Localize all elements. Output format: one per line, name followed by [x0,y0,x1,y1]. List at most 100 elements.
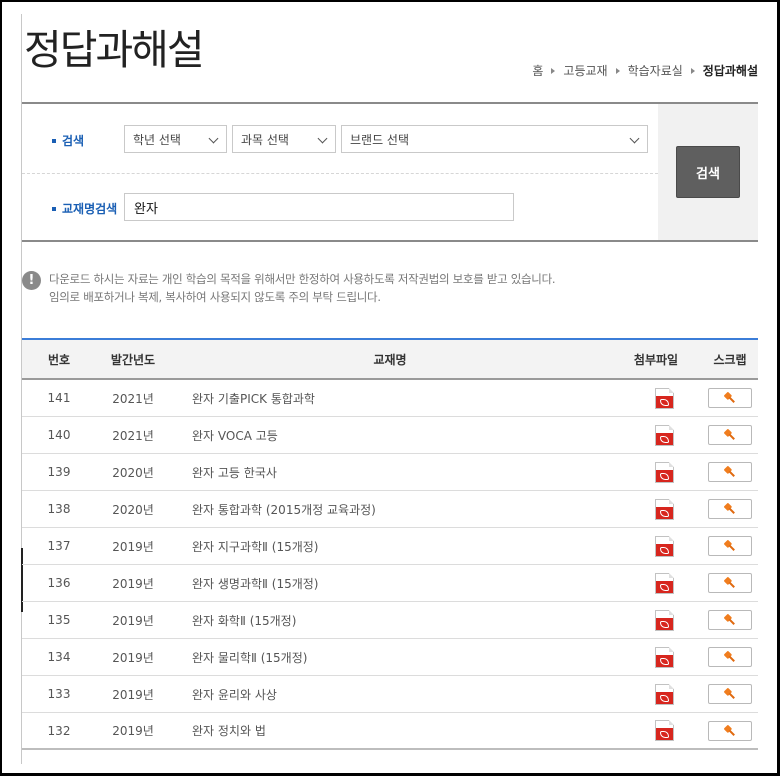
row-file-cell [626,461,702,483]
pin-icon [722,427,739,444]
table-row: 134 2019년 완자 물리학Ⅱ (15개정) [22,639,758,676]
row-book-name[interactable]: 완자 생명과학Ⅱ (15개정) [170,575,626,592]
pin-icon [722,649,739,666]
row-no: 135 [47,613,71,627]
pin-icon [722,575,739,592]
table-row: 132 2019년 완자 정치와 법 [22,713,758,750]
pdf-icon[interactable] [654,535,674,557]
notice-line-2: 임의로 배포하거나 복제, 복사하여 사용되지 않도록 주의 부탁 드립니다. [49,290,381,304]
book-name-input[interactable]: 완자 [124,193,514,221]
pdf-icon[interactable] [654,720,674,741]
row-book-name[interactable]: 완자 윤리와 사상 [170,686,626,703]
pdf-icon[interactable] [654,498,674,520]
scrap-button[interactable] [708,647,752,667]
chevron-down-icon [317,133,328,144]
row-file-cell [626,498,702,520]
breadcrumb-high-school-books[interactable]: 고등교재 [563,62,607,79]
row-book-name[interactable]: 완자 화학Ⅱ (15개정) [170,612,626,629]
row-scrap-cell [702,462,758,482]
row-no: 137 [47,539,71,553]
copyright-notice: ! 다운로드 하시는 자료는 개인 학습의 목적을 위해서만 한정하여 사용하도… [22,270,722,306]
scrap-button[interactable] [708,684,752,704]
pin-icon [722,390,739,407]
table-row: 139 2020년 완자 고등 한국사 [22,454,758,491]
row-scrap-cell [702,573,758,593]
row-year: 2019년 [112,613,154,628]
scrap-button[interactable] [708,388,752,408]
row-book-name[interactable]: 완자 통합과학 (2015개정 교육과정) [170,501,626,518]
row-no: 136 [47,576,71,590]
breadcrumb-learning-materials[interactable]: 학습자료실 [628,62,683,79]
row-book-name[interactable]: 완자 VOCA 고등 [170,427,626,444]
pdf-icon[interactable] [654,683,674,705]
row-book-name[interactable]: 완자 고등 한국사 [170,464,626,481]
book-name-label-text: 교재명검색 [62,202,118,216]
grade-select[interactable]: 학년 선택 [124,125,227,153]
row-year: 2021년 [112,428,154,443]
row-no: 138 [47,502,71,516]
row-book-name[interactable]: 완자 물리학Ⅱ (15개정) [170,649,626,666]
search-divider [22,173,658,174]
row-year: 2019년 [112,576,154,591]
search-label: 검색 [52,132,84,149]
table-row: 135 2019년 완자 화학Ⅱ (15개정) [22,602,758,639]
row-file-cell [626,720,702,741]
search-button[interactable]: 검색 [676,146,740,198]
row-scrap-cell [702,388,758,408]
scrap-button[interactable] [708,462,752,482]
scrap-button[interactable] [708,720,752,741]
notice-text: 다운로드 하시는 자료는 개인 학습의 목적을 위해서만 한정하여 사용하도록 … [49,270,556,306]
table-row: 136 2019년 완자 생명과학Ⅱ (15개정) [22,565,758,602]
header-file: 첨부파일 [633,352,679,367]
grade-select-value: 학년 선택 [133,132,181,147]
search-panel: 검색 학년 선택 과목 선택 브랜드 선택 교재명검색 완자 검색 [22,102,758,242]
row-no: 133 [47,687,71,701]
pin-icon [722,538,739,555]
scrap-button[interactable] [708,536,752,556]
pdf-icon[interactable] [654,424,674,446]
row-book-name[interactable]: 완자 지구과학Ⅱ (15개정) [170,538,626,555]
table-row: 137 2019년 완자 지구과학Ⅱ (15개정) [22,528,758,565]
info-icon: ! [22,271,41,290]
row-scrap-cell [702,536,758,556]
row-file-cell [626,609,702,631]
header-scrap: 스크랩 [713,352,747,367]
row-no: 132 [47,723,71,738]
row-no: 134 [47,650,71,664]
scrap-button[interactable] [708,573,752,593]
book-name-label: 교재명검색 [52,200,117,217]
row-no: 141 [47,391,71,405]
breadcrumb-home[interactable]: 홈 [532,62,543,79]
bullet-icon [52,138,56,143]
subject-select[interactable]: 과목 선택 [232,125,336,153]
search-label-text: 검색 [62,134,85,148]
brand-select[interactable]: 브랜드 선택 [341,125,648,153]
breadcrumb-arrow-icon [551,67,556,74]
table-row: 140 2021년 완자 VOCA 고등 [22,417,758,454]
chevron-down-icon [208,133,219,144]
row-file-cell [626,572,702,594]
pdf-icon[interactable] [654,387,674,409]
row-book-name[interactable]: 완자 정치와 법 [170,722,626,739]
pdf-icon[interactable] [654,646,674,668]
table-header: 번호 발간년도 교재명 첨부파일 스크랩 [22,338,758,380]
row-year: 2020년 [112,465,154,480]
table-row: 141 2021년 완자 기출PICK 통합과학 [22,380,758,417]
scrap-button[interactable] [708,425,752,445]
row-file-cell [626,387,702,409]
scrap-button[interactable] [708,499,752,519]
scrap-button[interactable] [708,610,752,630]
row-book-name[interactable]: 완자 기출PICK 통합과학 [170,390,626,407]
brand-select-value: 브랜드 선택 [350,132,410,147]
pdf-icon[interactable] [654,461,674,483]
row-scrap-cell [702,684,758,704]
table-body: 141 2021년 완자 기출PICK 통합과학 140 2021년 완자 VO… [22,380,758,750]
row-file-cell [626,424,702,446]
row-file-cell [626,683,702,705]
breadcrumb-current: 정답과해설 [702,64,758,78]
pdf-icon[interactable] [654,572,674,594]
row-year: 2019년 [112,650,154,665]
pin-icon [722,686,739,703]
pin-icon [722,501,739,518]
pdf-icon[interactable] [654,609,674,631]
